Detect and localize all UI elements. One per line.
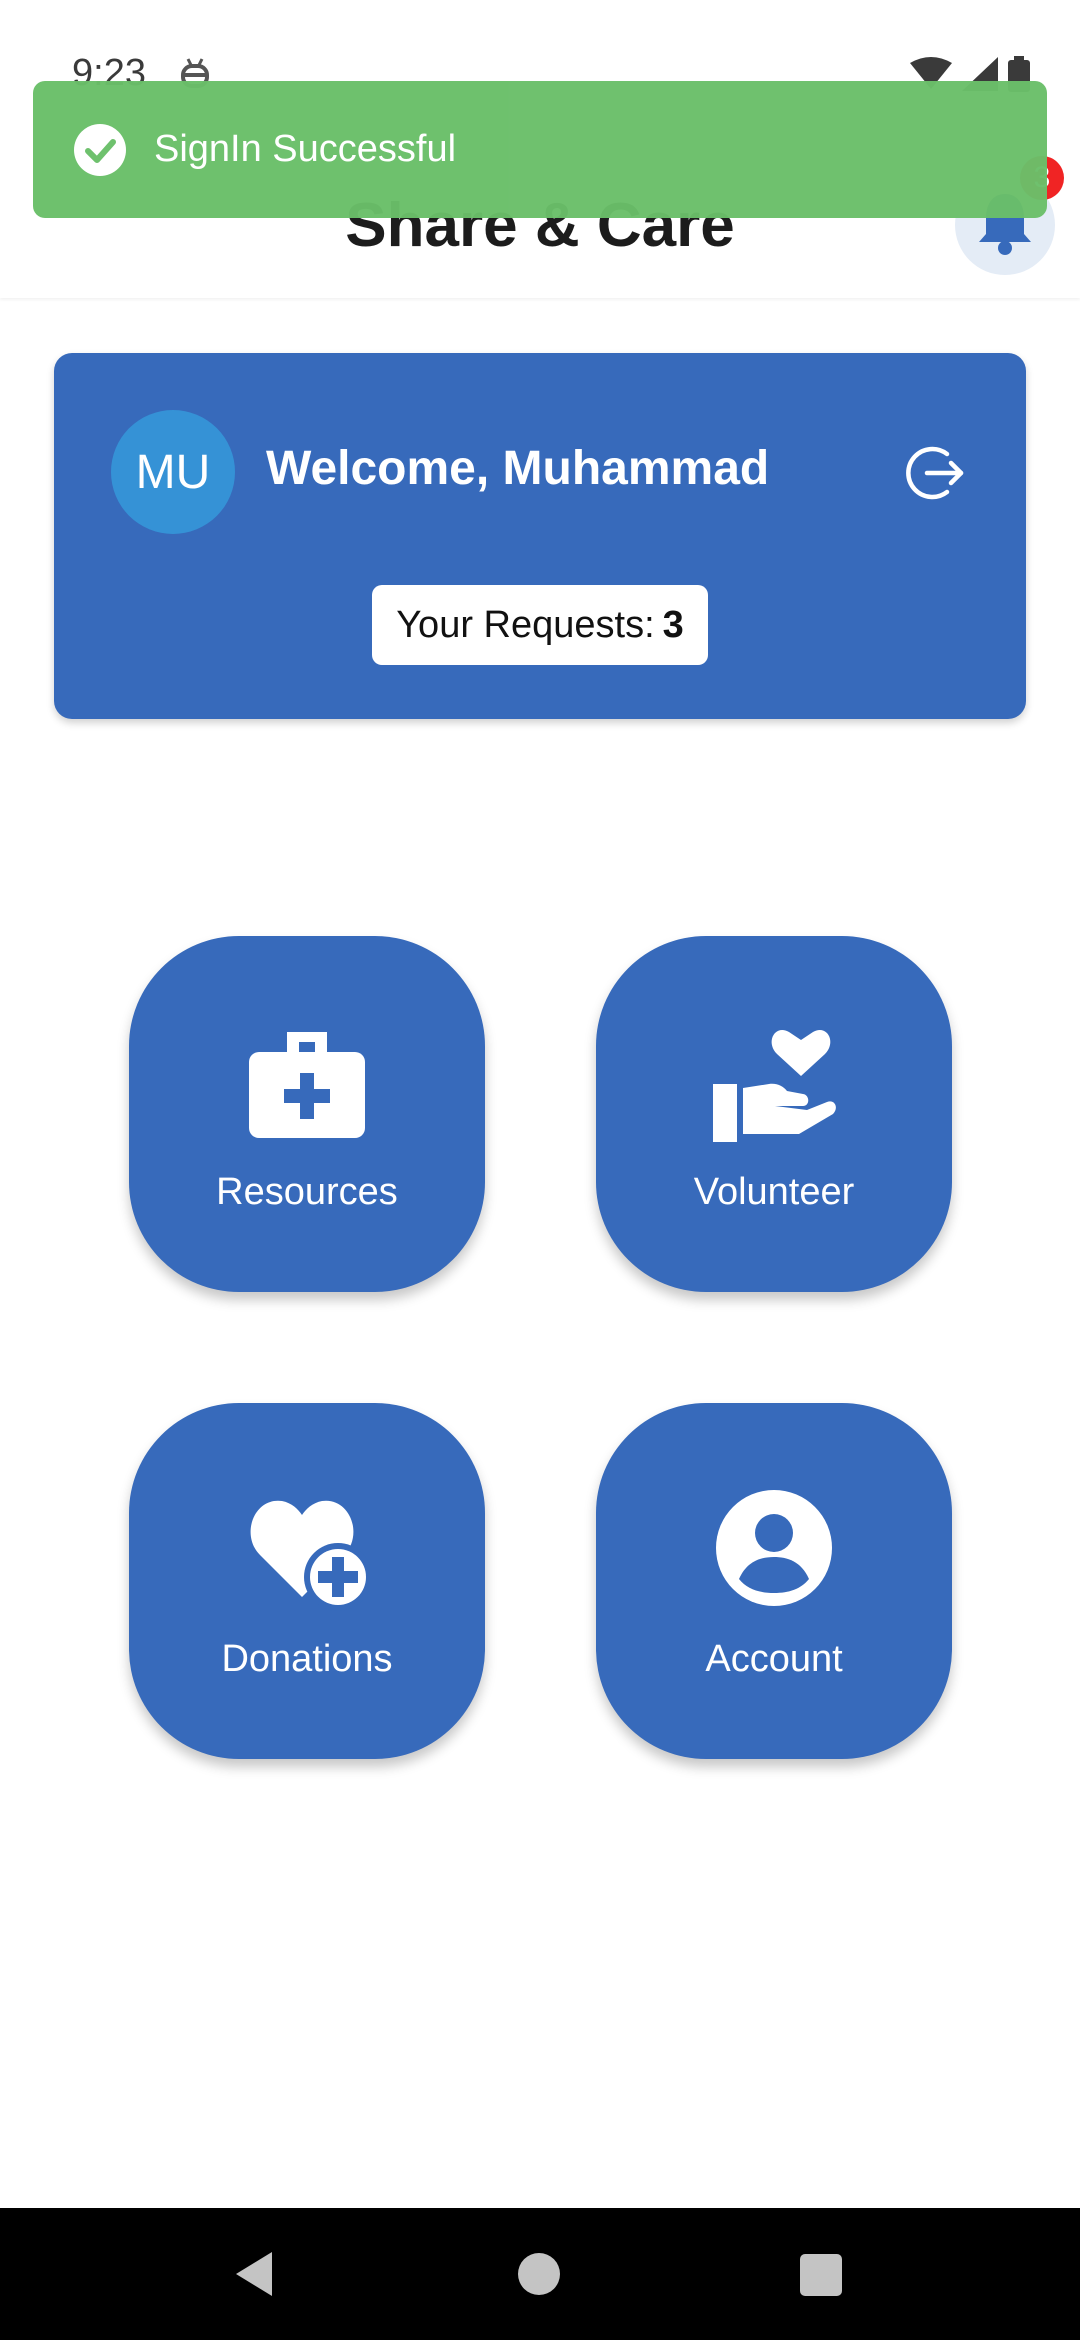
tile-label: Account — [705, 1638, 843, 1680]
medical-kit-icon — [244, 1018, 370, 1144]
account-tile[interactable]: Account — [596, 1403, 952, 1759]
avatar[interactable]: MU — [111, 410, 235, 534]
resources-tile[interactable]: Resources — [129, 936, 485, 1292]
tile-label: Resources — [216, 1171, 398, 1213]
requests-count: 3 — [662, 603, 684, 646]
signin-toast: SignIn Successful — [33, 81, 1047, 218]
tile-label: Donations — [221, 1638, 393, 1680]
system-nav-bar — [0, 2208, 1080, 2340]
requests-label: Your Requests: — [396, 603, 655, 646]
heart-hand-icon — [711, 1018, 837, 1144]
logout-icon[interactable] — [899, 438, 969, 508]
recent-apps-icon[interactable] — [800, 2254, 842, 2296]
welcome-card: MU Welcome, Muhammad Your Requests: 3 — [54, 353, 1026, 719]
home-icon[interactable] — [518, 2253, 560, 2295]
back-icon[interactable] — [232, 2250, 276, 2303]
welcome-text: Welcome, Muhammad — [266, 442, 770, 495]
tile-label: Volunteer — [693, 1171, 855, 1213]
user-circle-icon — [711, 1485, 837, 1611]
heart-plus-icon — [244, 1485, 372, 1611]
volunteer-tile[interactable]: Volunteer — [596, 936, 952, 1292]
requests-badge[interactable]: Your Requests: 3 — [372, 585, 708, 665]
toast-message: SignIn Successful — [154, 128, 457, 170]
check-circle-icon — [74, 123, 126, 176]
donations-tile[interactable]: Donations — [129, 1403, 485, 1759]
